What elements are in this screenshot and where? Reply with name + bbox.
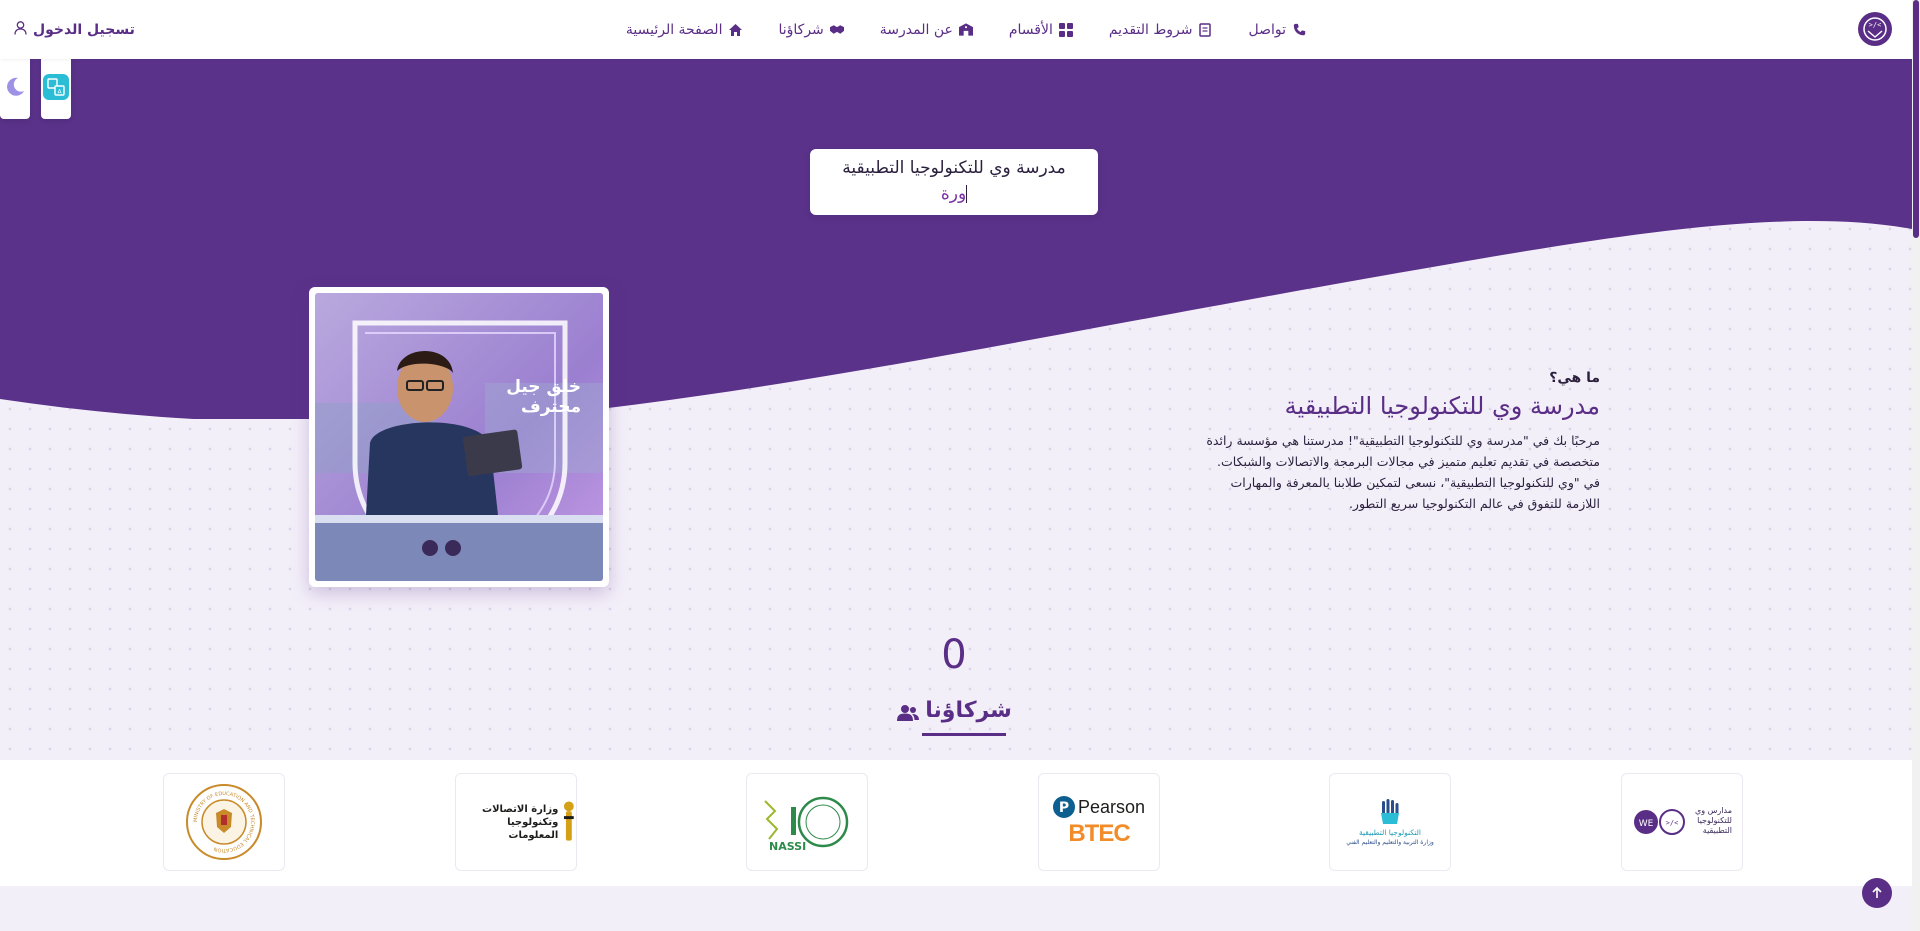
pearson-icon: P: [1052, 796, 1075, 818]
pharaoh-icon: [564, 801, 575, 841]
mcit-line-2: وتكنولوجيا المعلومات: [507, 816, 559, 841]
pearson-text: Pearson: [1077, 796, 1146, 817]
partner-logo-we-schools[interactable]: WE >/< مدارس وي للتكنولوجيا التطبيقية: [1621, 773, 1743, 871]
nav-item-contact[interactable]: تواصل: [1248, 22, 1306, 38]
scrollbar-thumb[interactable]: [1913, 0, 1919, 238]
grid-icon: [1058, 22, 1073, 37]
login-label: تسجيل الدخول: [33, 21, 135, 38]
typing-caret: [966, 185, 968, 203]
student-photo-card: خلق جيل محترف: [309, 287, 609, 587]
applied-technology-line-2: وزارة التربية والتعليم والتعليم الفني: [1346, 838, 1434, 846]
about-description: مرحبًا بك في "مدرسة وي للتكنولوجيا التطب…: [1206, 433, 1600, 511]
partner-logo-nassi[interactable]: NASSI: [746, 773, 868, 871]
school-icon: [958, 23, 973, 37]
nav-label-contact: تواصل: [1248, 21, 1286, 38]
nav-label-departments: الأقسام: [1008, 21, 1053, 38]
stats-counter: 0: [941, 632, 967, 678]
nav-label-home: الصفحة الرئيسية: [625, 21, 723, 38]
nav-item-departments[interactable]: الأقسام: [1009, 22, 1073, 38]
we-schools-logo-text: مدارس وي للتكنولوجيا التطبيقية: [1688, 806, 1732, 836]
mcit-text: وزارة الاتصالات وتكنولوجيا المعلومات: [456, 803, 558, 842]
about-section: ما هي؟ مدرسة وي للتكنولوجيا التطبيقية مر…: [1200, 370, 1600, 514]
photo-overlay-line-2: محترف: [520, 397, 581, 417]
nav-label-admission: شروط التقديم: [1108, 21, 1193, 38]
home-icon: [728, 23, 742, 37]
nav-item-home[interactable]: الصفحة الرئيسية: [626, 22, 743, 38]
mcit-line-1: وزارة الاتصالات: [482, 803, 559, 815]
arrow-up-icon: [1871, 884, 1883, 903]
login-link[interactable]: تسجيل الدخول: [14, 0, 135, 59]
svg-text:P: P: [1059, 800, 1069, 816]
ministry-seal-icon: MINISTRY OF EDUCATION AND TECHNICAL EDUC…: [186, 784, 262, 860]
hand-logo-icon: [1381, 798, 1399, 824]
student-photo: خلق جيل محترف: [315, 293, 603, 581]
typing-headline-box: مدرسة وي للتكنولوجيا التطبيقية ورة: [810, 149, 1098, 215]
partners-logo-strip: WE >/< مدارس وي للتكنولوجيا التطبيقية ال…: [0, 760, 1912, 886]
language-toggle[interactable]: A: [41, 59, 71, 119]
users-icon: [896, 702, 920, 721]
translate-icon: A: [43, 74, 69, 104]
partners-heading-underline: [922, 733, 1006, 736]
back-to-top-button[interactable]: [1862, 878, 1892, 908]
user-icon: [14, 20, 27, 39]
logo-icon: >/<: [1863, 17, 1887, 41]
phone-icon: [1292, 23, 1306, 37]
svg-text:WE: WE: [1639, 819, 1654, 829]
nassi-logo-icon: NASSI: [764, 796, 849, 853]
photo-overlay-text: خلق جيل محترف: [506, 377, 581, 417]
btec-text: BTEC: [1068, 820, 1130, 847]
svg-text:>/<: >/<: [1869, 21, 1882, 29]
nav-item-partners[interactable]: شركاؤنا: [778, 21, 844, 38]
school-logo[interactable]: >/<: [1858, 12, 1892, 46]
handshake-icon: [829, 23, 844, 37]
we-schools-line-2: للتكنولوجيا التطبيقية: [1697, 816, 1732, 835]
svg-text:>/<: >/<: [1666, 819, 1679, 827]
nav-label-partners: شركاؤنا: [778, 21, 824, 38]
partner-logo-ministry-of-education[interactable]: MINISTRY OF EDUCATION AND TECHNICAL EDUC…: [163, 773, 285, 871]
about-title: مدرسة وي للتكنولوجيا التطبيقية: [1284, 392, 1600, 420]
nav-item-admission[interactable]: شروط التقديم: [1109, 22, 1213, 38]
about-kicker: ما هي؟: [1549, 370, 1600, 386]
nav-links: تواصل شروط التقديم الأقسام عن المدرسة شر…: [626, 0, 1306, 59]
typing-line-1: مدرسة وي للتكنولوجيا التطبيقية: [842, 158, 1066, 178]
we-schools-line-1: مدارس وي: [1694, 806, 1732, 815]
nassi-text: NASSI: [769, 840, 806, 853]
document-icon: [1198, 22, 1212, 37]
pearson-row: P Pearson: [1052, 796, 1146, 818]
student-illustration: [315, 293, 603, 581]
dark-mode-toggle[interactable]: [0, 59, 30, 119]
hero-wave-background: [0, 59, 1912, 419]
partner-logo-pearson-btec[interactable]: P Pearson BTEC: [1038, 773, 1160, 871]
applied-technology-line-1: التكنولوجيا التطبيقية: [1358, 827, 1422, 837]
partner-logo-applied-technology[interactable]: التكنولوجيا التطبيقية وزارة التربية والت…: [1329, 773, 1451, 871]
typing-line-2-text: ورة: [940, 184, 967, 204]
top-navbar: >/< تواصل شروط التقديم الأقسام عن المدرس…: [0, 0, 1920, 59]
partner-logo-mcit[interactable]: وزارة الاتصالات وتكنولوجيا المعلومات: [455, 773, 577, 871]
nav-label-about: عن المدرسة: [879, 21, 953, 38]
partners-heading: شركاؤنا: [0, 698, 1908, 723]
typing-line-2: ورة: [810, 181, 1098, 207]
partners-heading-text: شركاؤنا: [925, 698, 1012, 723]
photo-overlay-line-1: خلق جيل: [506, 377, 581, 397]
nav-item-about[interactable]: عن المدرسة: [880, 22, 973, 38]
moon-icon: [3, 75, 27, 103]
